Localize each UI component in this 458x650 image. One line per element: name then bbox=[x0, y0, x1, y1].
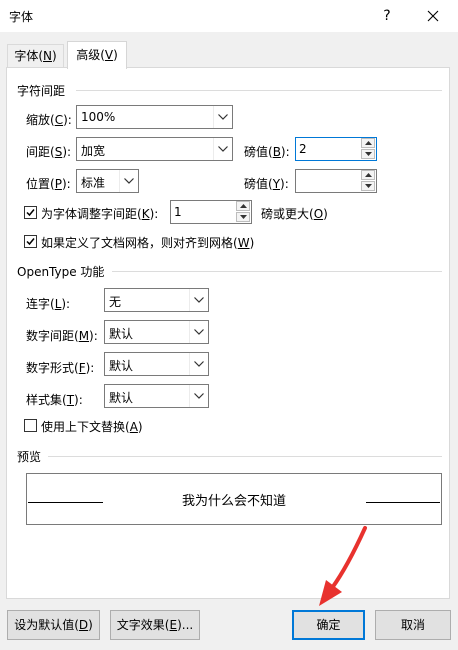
annotation-arrow bbox=[319, 526, 367, 606]
tab-advanced[interactable]: 高级(V) bbox=[67, 41, 127, 69]
